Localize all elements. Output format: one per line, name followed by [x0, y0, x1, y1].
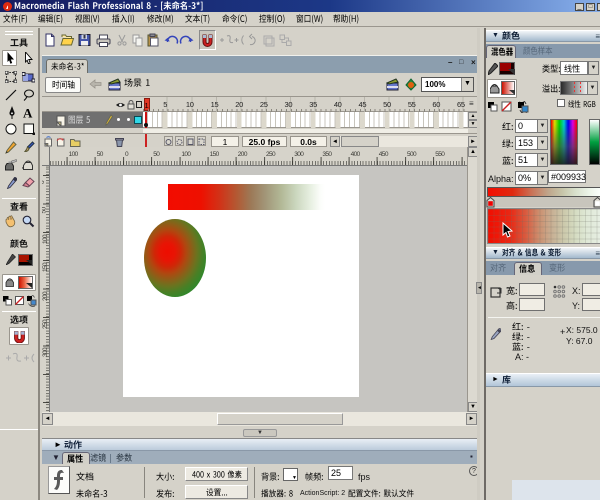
svg-text:A: A — [23, 106, 33, 119]
